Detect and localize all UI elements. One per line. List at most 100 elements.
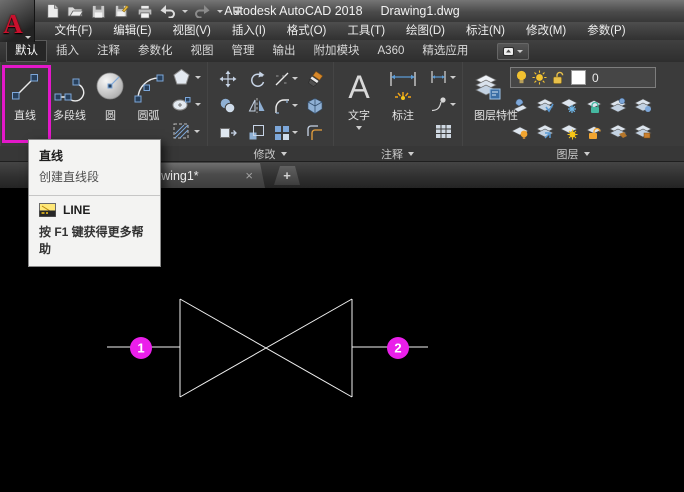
ribbon-tab-annotate[interactable]: 注释 [88, 40, 129, 62]
autocad-window: Autodesk AutoCAD 2018 Drawing1.dwg A [0, 0, 684, 492]
open-file-icon[interactable] [67, 3, 84, 20]
menu-bar: 文件(F) 编辑(E) 视图(V) 插入(I) 格式(O) 工具(T) 绘图(D… [0, 22, 684, 40]
ribbon-tab-bar: 默认 插入 注释 参数化 视图 管理 输出 附加模块 A360 精选应用 [0, 40, 684, 62]
layer-isolate-button[interactable] [533, 92, 558, 118]
layer-freeze-button[interactable] [557, 92, 582, 118]
layer-previous-button[interactable] [533, 118, 558, 144]
menu-view[interactable]: 视图(V) [162, 22, 221, 40]
rotate-icon [248, 70, 266, 88]
collapse-panel-icon [503, 47, 514, 56]
annotation-panel: A 文字 标注 注释 [333, 62, 463, 161]
chevron-down-icon [195, 103, 201, 106]
menu-edit[interactable]: 编辑(E) [103, 22, 162, 40]
array-tool-button[interactable] [271, 119, 300, 146]
ribbon-tab-parametric[interactable]: 参数化 [129, 40, 182, 62]
chevron-down-icon [292, 104, 298, 107]
mirror-icon [248, 97, 266, 114]
ribbon-collapse-button[interactable] [497, 43, 529, 60]
annotation-panel-label: 注释 [381, 146, 403, 162]
ribbon-tab-insert[interactable]: 插入 [47, 40, 88, 62]
stretch-icon [219, 125, 237, 141]
ribbon-tab-featured-apps[interactable]: 精选应用 [413, 40, 477, 62]
polyline-tool-button[interactable]: 多段线 [47, 64, 92, 146]
modify-tool-grid [213, 65, 329, 146]
layer-lock-button[interactable] [582, 92, 607, 118]
menu-draw[interactable]: 绘图(D) [396, 22, 456, 40]
menu-parametric[interactable]: 参数(P) [577, 22, 636, 40]
layer-thaw-button[interactable] [557, 118, 582, 144]
modify-panel: 修改 [207, 62, 334, 161]
layer-walk-button[interactable] [631, 92, 656, 118]
layers-panel-footer[interactable]: 图层 [462, 146, 684, 161]
linear-dimension-icon [430, 70, 447, 84]
layer-state-button[interactable] [606, 118, 631, 144]
explode-tool-button[interactable] [300, 92, 329, 119]
text-tool-button[interactable]: A 文字 [339, 64, 379, 146]
new-file-icon[interactable] [44, 3, 61, 20]
copy-tool-button[interactable] [213, 92, 242, 119]
redo-history-chevron-icon[interactable] [217, 10, 223, 13]
scale-tool-button[interactable] [242, 119, 271, 146]
modify-panel-footer[interactable]: 修改 [207, 146, 333, 161]
save-icon[interactable] [90, 3, 107, 20]
multileader-button[interactable] [428, 92, 458, 116]
trim-tool-button[interactable] [271, 65, 300, 92]
rotate-tool-button[interactable] [242, 65, 271, 92]
ribbon-tab-manage[interactable]: 管理 [223, 40, 264, 62]
layer-dropdown[interactable]: 0 [510, 67, 656, 88]
stretch-tool-button[interactable] [213, 119, 242, 146]
menu-modify[interactable]: 修改(M) [515, 22, 576, 40]
move-tool-button[interactable] [213, 65, 242, 92]
application-menu-button[interactable]: A [0, 0, 35, 42]
polyline-tool-label: 多段线 [53, 110, 86, 123]
layer-merge-button[interactable] [631, 118, 656, 144]
polygon-tool-button[interactable] [168, 65, 204, 89]
layer-unlock-button[interactable] [582, 118, 607, 144]
ribbon-tab-output[interactable]: 输出 [264, 40, 305, 62]
annotation-panel-footer[interactable]: 注释 [333, 146, 462, 161]
ellipse-tool-button[interactable] [168, 92, 204, 116]
plot-icon[interactable] [136, 3, 153, 20]
tooltip-title: 直线 [29, 140, 160, 166]
ribbon-tab-view[interactable]: 视图 [182, 40, 223, 62]
undo-history-chevron-icon[interactable] [182, 10, 188, 13]
layer-properties-button[interactable]: 图层特性 [467, 64, 507, 146]
ribbon-tab-addins[interactable]: 附加模块 [305, 40, 369, 62]
menu-format[interactable]: 格式(O) [276, 22, 337, 40]
arc-tool-label: 圆弧 [138, 110, 160, 123]
layer-match-button[interactable] [606, 92, 631, 118]
erase-icon [306, 70, 324, 88]
redo-icon[interactable] [194, 3, 211, 20]
erase-tool-button[interactable] [300, 65, 329, 92]
menu-tools[interactable]: 工具(T) [337, 22, 396, 40]
save-as-icon[interactable] [113, 3, 130, 20]
ribbon-tab-a360[interactable]: A360 [369, 40, 414, 62]
menu-insert[interactable]: 插入(I) [221, 22, 276, 40]
layer-properties-label: 图层特性 [474, 110, 500, 123]
circle-tool-button[interactable]: 圆 [93, 64, 128, 146]
layer-on-button[interactable] [508, 118, 533, 144]
dimension-icon [388, 64, 418, 110]
document-title: Drawing1.dwg [381, 4, 460, 18]
chevron-down-icon [292, 131, 298, 134]
table-button[interactable] [428, 119, 458, 143]
quick-access-toolbar [44, 2, 246, 20]
menu-file[interactable]: 文件(F) [44, 22, 103, 40]
new-drawing-tab-button[interactable]: + [274, 166, 300, 185]
offset-tool-button[interactable] [300, 119, 329, 146]
undo-icon[interactable] [159, 3, 176, 20]
mirror-tool-button[interactable] [242, 92, 271, 119]
hatch-tool-button[interactable] [168, 119, 204, 143]
close-icon[interactable]: × [245, 169, 253, 182]
marker-1-label: 1 [137, 341, 144, 356]
fillet-tool-button[interactable] [271, 92, 300, 119]
ribbon-tab-home[interactable]: 默认 [6, 40, 47, 62]
dimension-tool-button[interactable]: 标注 [383, 64, 423, 146]
polygon-icon [172, 68, 191, 86]
layer-off-button[interactable] [508, 92, 533, 118]
arc-tool-button[interactable]: 圆弧 [129, 64, 168, 146]
chevron-down-icon [194, 130, 200, 133]
customize-quick-access-icon[interactable] [229, 3, 246, 20]
linear-dimension-button[interactable] [428, 65, 458, 89]
menu-dimension[interactable]: 标注(N) [456, 22, 516, 40]
